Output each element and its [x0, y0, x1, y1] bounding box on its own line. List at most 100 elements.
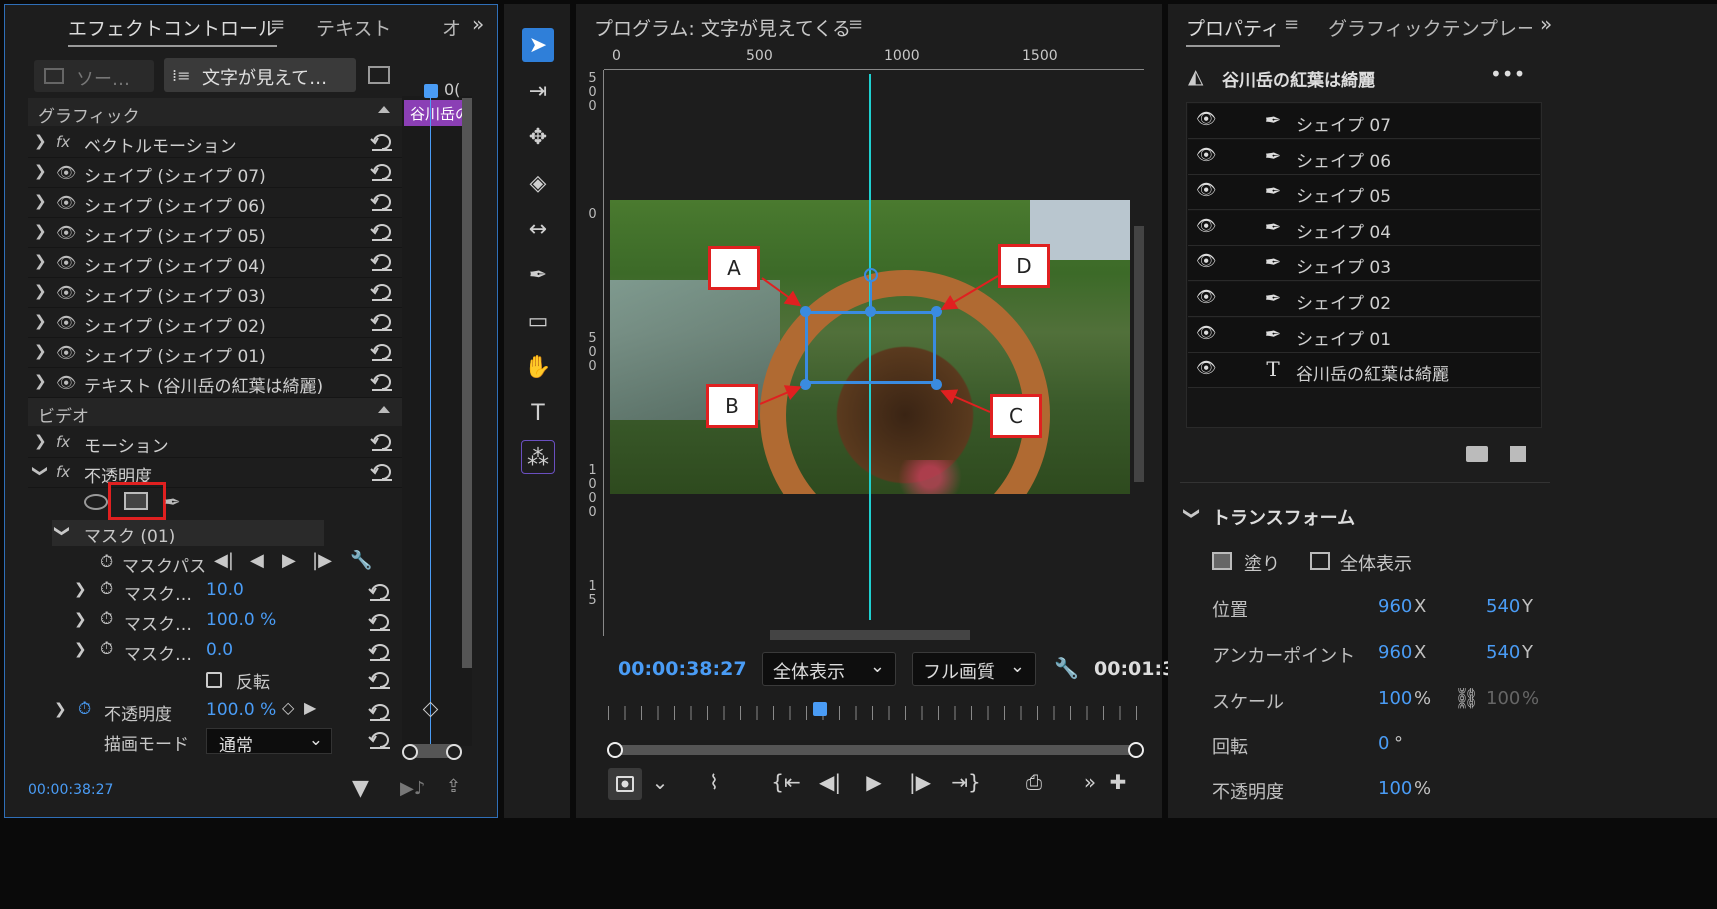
layer-row[interactable]: 👁 ✒ シェイプ 04 [1188, 210, 1540, 246]
chevron-right-icon[interactable]: ❯ [34, 282, 47, 300]
effect-row-opacity[interactable]: ❯ fx 不透明度 [28, 458, 402, 488]
filter-icon[interactable]: ▼ [352, 776, 369, 801]
mask-property-row[interactable]: ❯ ⏱ マスク… 100.0 % [52, 608, 402, 636]
time-ruler[interactable] [608, 706, 1138, 720]
chevron-down-icon[interactable]: ❯ [53, 525, 71, 538]
chevron-right-icon[interactable]: ❯ [74, 640, 87, 658]
layer-row[interactable]: 👁 ✒ シェイプ 07 [1188, 104, 1540, 139]
chevron-right-icon[interactable]: ❯ [34, 252, 47, 270]
selection-tool-icon[interactable]: ➤ [522, 28, 554, 62]
layer-row[interactable]: 👁 ✒ シェイプ 01 [1188, 317, 1540, 353]
eye-icon[interactable]: 👁 [56, 253, 76, 272]
fill-frame-icon[interactable] [1212, 552, 1232, 570]
program-playhead-icon[interactable] [813, 702, 827, 716]
eye-icon[interactable]: 👁 [1196, 287, 1224, 309]
horizontal-scrollbar[interactable] [770, 630, 970, 640]
track-select-tool-icon[interactable]: ⇥ [520, 74, 556, 110]
chevron-down-icon[interactable]: ❯ [1183, 507, 1202, 520]
chevron-right-icon[interactable]: ❯ [34, 222, 47, 240]
vertical-scrollbar[interactable] [1134, 226, 1144, 482]
section-graphic[interactable]: グラフィック [28, 98, 402, 127]
eye-icon[interactable]: 👁 [56, 313, 76, 332]
mask-rectangle[interactable] [805, 311, 936, 384]
mask-handle-a[interactable] [800, 306, 811, 317]
tab-properties[interactable]: プロパティ [1186, 14, 1280, 47]
mask-property-value[interactable]: 0.0 [206, 640, 233, 660]
eye-icon[interactable]: 👁 [1196, 180, 1224, 202]
reset-icon[interactable] [368, 670, 392, 690]
reset-icon[interactable] [370, 162, 394, 182]
pen-mask-icon[interactable]: ✒ [164, 490, 181, 514]
zoom-level-dropdown[interactable]: 全体表示 ⌄ [762, 652, 896, 686]
eye-icon[interactable]: 👁 [1196, 251, 1224, 273]
rectangle-mask-icon[interactable] [124, 492, 148, 510]
effect-row[interactable]: ❯ 👁 シェイプ (シェイプ 03) [28, 278, 402, 308]
tab-effect-controls[interactable]: エフェクトコントロール [68, 14, 278, 47]
track-forward-icon[interactable]: ▶ [282, 550, 296, 571]
chevron-right-icon[interactable]: ❯ [74, 610, 87, 628]
clip-bar[interactable]: 谷川岳の [404, 100, 462, 126]
effect-row[interactable]: ❯ fx ベクトルモーション [28, 128, 402, 158]
opacity-value[interactable]: 100.0 % [206, 700, 276, 720]
panel-toggle-icon[interactable] [368, 66, 390, 84]
stopwatch-icon[interactable]: ⏱ [100, 552, 113, 572]
mask-property-row[interactable]: ❯ ⏱ マスク… 0.0 [52, 638, 402, 666]
collapse-icon[interactable] [378, 406, 390, 413]
ripple-edit-tool-icon[interactable]: ✥ [520, 120, 556, 156]
timeline-scrollbar[interactable] [462, 98, 472, 668]
effect-row[interactable]: ❯ 👁 シェイプ (シェイプ 05) [28, 218, 402, 248]
zoom-bar-left-handle-icon[interactable] [607, 742, 623, 758]
chevron-down-icon[interactable]: ⌄ [644, 770, 676, 794]
add-marker-icon[interactable]: ⌇ [698, 770, 730, 794]
chevron-right-icon[interactable]: ❯ [34, 342, 47, 360]
opacity-prop-value[interactable]: 100 [1378, 778, 1412, 799]
scale-value[interactable]: 100 [1378, 688, 1412, 709]
effect-row[interactable]: ❯ 👁 シェイプ (シェイプ 04) [28, 248, 402, 278]
step-forward-icon[interactable]: |▶ [904, 770, 936, 794]
chevron-right-icon[interactable]: ❯ [34, 312, 47, 330]
reset-icon[interactable] [370, 462, 394, 482]
go-to-in-icon[interactable]: {⇤ [770, 770, 802, 794]
effect-row[interactable]: ❯ 👁 シェイプ (シェイプ 07) [28, 158, 402, 188]
export-icon[interactable]: ⇪ [446, 776, 461, 797]
mask-handle-d[interactable] [931, 306, 942, 317]
eye-icon[interactable]: 👁 [56, 343, 76, 362]
effect-row[interactable]: ❯ 👁 シェイプ (シェイプ 01) [28, 338, 402, 368]
playback-quality-dropdown[interactable]: フル画質 ⌄ [912, 652, 1036, 686]
link-icon[interactable]: ⛓ [1454, 686, 1479, 710]
reset-icon[interactable] [368, 612, 392, 632]
anchor-x[interactable]: 960 [1378, 642, 1412, 663]
reset-icon[interactable] [370, 132, 394, 152]
program-timecode[interactable]: 00:00:38:27 [618, 658, 747, 680]
track-prev-keyframe-icon[interactable]: ◀| [214, 550, 234, 571]
fx-icon[interactable]: fx [56, 433, 70, 451]
eye-icon[interactable]: 👁 [56, 193, 76, 212]
mask-handle-c[interactable] [931, 379, 942, 390]
add-button-icon[interactable]: ✚ [1102, 770, 1134, 794]
remix-tool-icon[interactable]: ⁂ [521, 440, 555, 474]
layer-row[interactable]: 👁 ✒ シェイプ 05 [1188, 175, 1540, 211]
zoom-handle-left-icon[interactable] [402, 744, 418, 760]
mask-property-value[interactable]: 10.0 [206, 580, 244, 600]
fx-icon[interactable]: fx [56, 133, 70, 151]
zoom-bar[interactable] [614, 745, 1138, 755]
eye-icon[interactable]: 👁 [1196, 109, 1224, 131]
rotation-value[interactable]: 0 [1378, 733, 1389, 754]
fx-icon[interactable]: fx [56, 463, 70, 481]
overflow-tabs-icon[interactable]: » [1540, 12, 1552, 36]
effect-timecode[interactable]: 00:00:38:27 [28, 782, 113, 798]
mask-path-row[interactable]: ⏱ マスクパス ◀| ◀ ▶ |▶ 🔧 [100, 550, 400, 577]
settings-wrench-icon[interactable]: 🔧 [1054, 656, 1079, 680]
panel-menu-icon[interactable]: ≡ [1284, 14, 1299, 35]
tab-text[interactable]: テキスト [316, 14, 391, 41]
type-tool-icon[interactable]: T [520, 396, 556, 432]
panel-menu-icon[interactable]: ≡ [848, 14, 863, 35]
overflow-tabs-icon[interactable]: » [472, 12, 484, 36]
next-keyframe-icon[interactable]: ▶ [304, 698, 316, 717]
playhead-marker-icon[interactable] [424, 84, 438, 98]
slip-tool-icon[interactable]: ↔ [520, 212, 556, 248]
position-y[interactable]: 540 [1486, 596, 1520, 617]
anchor-y[interactable]: 540 [1486, 642, 1520, 663]
opacity-row[interactable]: ❯ ⏱ 不透明度 100.0 % ◇ ▶ [52, 698, 402, 726]
tab-graphic-templates[interactable]: グラフィックテンプレート [1328, 14, 1532, 41]
